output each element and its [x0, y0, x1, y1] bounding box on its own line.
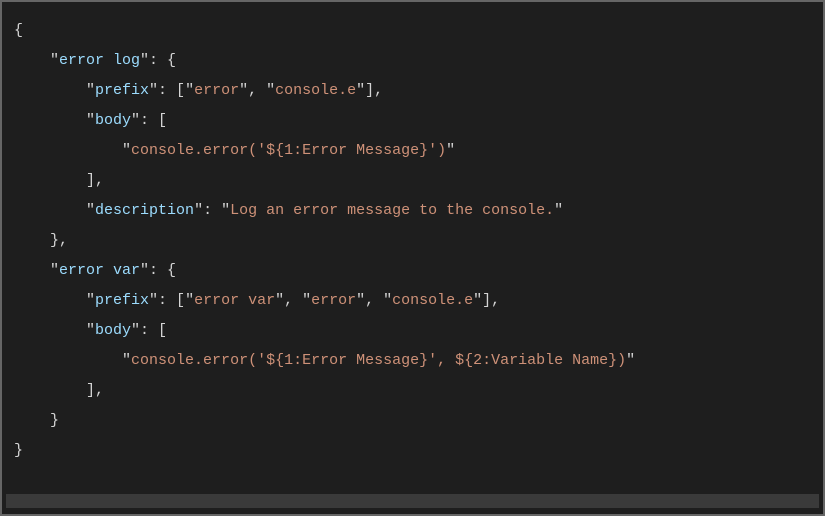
body-line: console.error('${1:Error Message}') [131, 142, 446, 159]
description-key: description [95, 202, 194, 219]
prefix-key: prefix [95, 292, 149, 309]
prefix-value: error var [194, 292, 275, 309]
description-value: Log an error message to the console. [230, 202, 554, 219]
brace: } [14, 442, 23, 459]
body-key: body [95, 112, 131, 129]
brace: { [14, 22, 23, 39]
status-bar [6, 494, 819, 508]
prefix-value: console.e [392, 292, 473, 309]
body-line: console.error('${1:Error Message}', ${2:… [131, 352, 626, 369]
code-editor[interactable]: { "error log": { "prefix": ["error", "co… [6, 8, 819, 494]
prefix-value: error [311, 292, 356, 309]
prefix-value: console.e [275, 82, 356, 99]
body-key: body [95, 322, 131, 339]
snippet-name: error log [59, 52, 140, 69]
editor-frame: { "error log": { "prefix": ["error", "co… [0, 0, 825, 516]
snippet-name: error var [59, 262, 140, 279]
prefix-value: error [194, 82, 239, 99]
prefix-key: prefix [95, 82, 149, 99]
